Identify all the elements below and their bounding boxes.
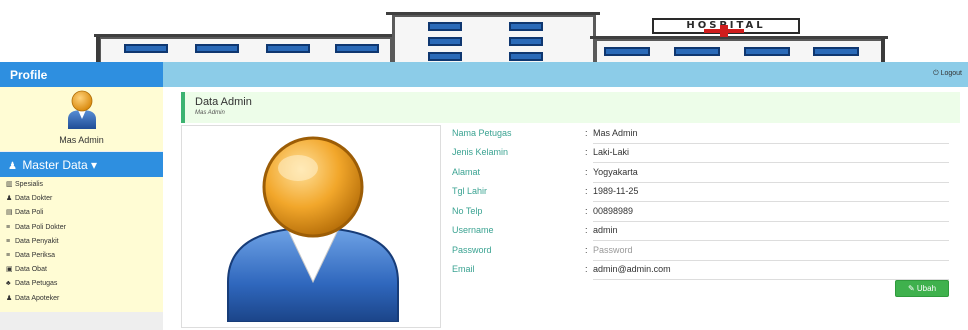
field-label: No Telp (452, 206, 483, 216)
field-label: Nama Petugas (452, 128, 512, 138)
password-field[interactable]: Password (593, 245, 949, 261)
jenis-kelamin-field[interactable]: Laki-Laki (593, 147, 949, 163)
form-row-alamat: Alamat : Yogyakarta (452, 164, 949, 183)
field-colon: : (585, 147, 588, 157)
alamat-field[interactable]: Yogyakarta (593, 167, 949, 183)
center-tower-building (392, 14, 596, 62)
pillar (881, 39, 885, 62)
page-heading: Data Admin Mas Admin (181, 92, 960, 123)
medkit-icon: ▣ (6, 266, 13, 274)
profile-header: Profile (0, 62, 163, 87)
center-tower-roof (386, 12, 600, 15)
list-alt-icon: ▤ (6, 209, 13, 217)
hospital-banner: HOSPITAL (0, 0, 968, 62)
user-md-icon: ♟ (6, 195, 13, 203)
form-row-nama-petugas: Nama Petugas : Mas Admin (452, 125, 949, 144)
form-row-username: Username : admin (452, 222, 949, 241)
profile-photo-panel (181, 125, 441, 328)
ubah-label: Ubah (916, 284, 937, 293)
form-row-password: Password : Password (452, 242, 949, 261)
window (813, 47, 859, 56)
window (674, 47, 720, 56)
field-label: Tgl Lahir (452, 186, 488, 196)
window (428, 52, 462, 61)
profile-card: Mas Admin (0, 87, 163, 151)
top-navbar: ⏻ Logout (163, 62, 968, 87)
window (335, 44, 379, 53)
caret-down-icon: ▾ (91, 158, 98, 172)
menu-item-data-apoteker[interactable]: ♟ Data Apoteker (0, 292, 163, 306)
field-label: Jenis Kelamin (452, 147, 509, 157)
master-data-label: Master Data (22, 158, 88, 172)
users-icon: ♣ (6, 280, 11, 288)
menu-item-spesialis[interactable]: ▥ Spesialis (0, 178, 163, 192)
field-colon: : (585, 128, 588, 138)
form-row-no-telp: No Telp : 00898989 (452, 203, 949, 222)
window (509, 52, 543, 61)
avatar (68, 90, 96, 129)
menu-item-data-periksa[interactable]: ≡ Data Periksa (0, 249, 163, 263)
menu-item-data-obat[interactable]: ▣ Data Obat (0, 263, 163, 277)
menu-item-data-dokter[interactable]: ♟ Data Dokter (0, 192, 163, 206)
field-label: Username (452, 225, 494, 235)
field-colon: : (585, 264, 588, 274)
tgl-lahir-field[interactable]: 1989-11-25 (593, 186, 949, 202)
menu-item-data-poli[interactable]: ▤ Data Poli (0, 206, 163, 220)
profile-photo (227, 136, 399, 322)
menu-item-data-poli-dokter[interactable]: ≡ Data Poli Dokter (0, 221, 163, 235)
no-telp-field[interactable]: 00898989 (593, 206, 949, 222)
sidebar: Profile Mas Admin ♟ Master Data ▾ ▥ Spesi… (0, 62, 163, 330)
field-colon: : (585, 186, 588, 196)
field-colon: : (585, 167, 588, 177)
window (124, 44, 168, 53)
left-wing-roof (94, 34, 394, 37)
form-row-email: Email : admin@admin.com (452, 261, 949, 280)
field-label: Email (452, 264, 475, 274)
hospital-icon: ▥ (6, 181, 13, 188)
window (509, 22, 543, 31)
th-list-icon: ≡ (6, 237, 11, 245)
field-label: Password (452, 245, 492, 255)
form-row-jenis-kelamin: Jenis Kelamin : Laki-Laki (452, 144, 949, 163)
form-row-tgl-lahir: Tgl Lahir : 1989-11-25 (452, 183, 949, 202)
window (604, 47, 650, 56)
master-data-menu: ▥ Spesialis ♟ Data Dokter ▤ Data Poli ≡ Data… (0, 177, 163, 312)
edit-icon: ✎ (907, 284, 915, 293)
logout-button[interactable]: ⏻ Logout (933, 70, 962, 78)
user-icon: ♟ (6, 294, 13, 302)
field-label: Alamat (452, 167, 481, 177)
users-icon: ♟ (8, 161, 17, 172)
logout-label: Logout (940, 70, 962, 77)
menu-item-data-petugas[interactable]: ♣ Data Petugas (0, 277, 163, 291)
window (509, 37, 543, 46)
master-data-dropdown[interactable]: ♟ Master Data ▾ (0, 152, 163, 177)
menu-item-data-penyakit[interactable]: ≡ Data Penyakit (0, 235, 163, 249)
th-list-icon: ≡ (6, 251, 11, 259)
page-subtitle: Mas Admin (195, 110, 225, 116)
th-list-icon: ≡ (6, 223, 11, 231)
ubah-button[interactable]: ✎ Ubah (895, 280, 949, 297)
red-cross-icon (704, 25, 744, 37)
username-field[interactable]: admin (593, 225, 949, 241)
user-name: Mas Admin (59, 135, 104, 145)
field-colon: : (585, 206, 588, 216)
field-colon: : (585, 245, 588, 255)
window (428, 22, 462, 31)
page-title: Data Admin (195, 96, 252, 108)
window (266, 44, 310, 53)
field-colon: : (585, 225, 588, 235)
window (195, 44, 239, 53)
window (744, 47, 790, 56)
email-field[interactable]: admin@admin.com (593, 264, 949, 280)
window (428, 37, 462, 46)
power-icon: ⏻ (933, 70, 939, 77)
nama-petugas-field[interactable]: Mas Admin (593, 128, 949, 144)
pillar (96, 37, 100, 62)
